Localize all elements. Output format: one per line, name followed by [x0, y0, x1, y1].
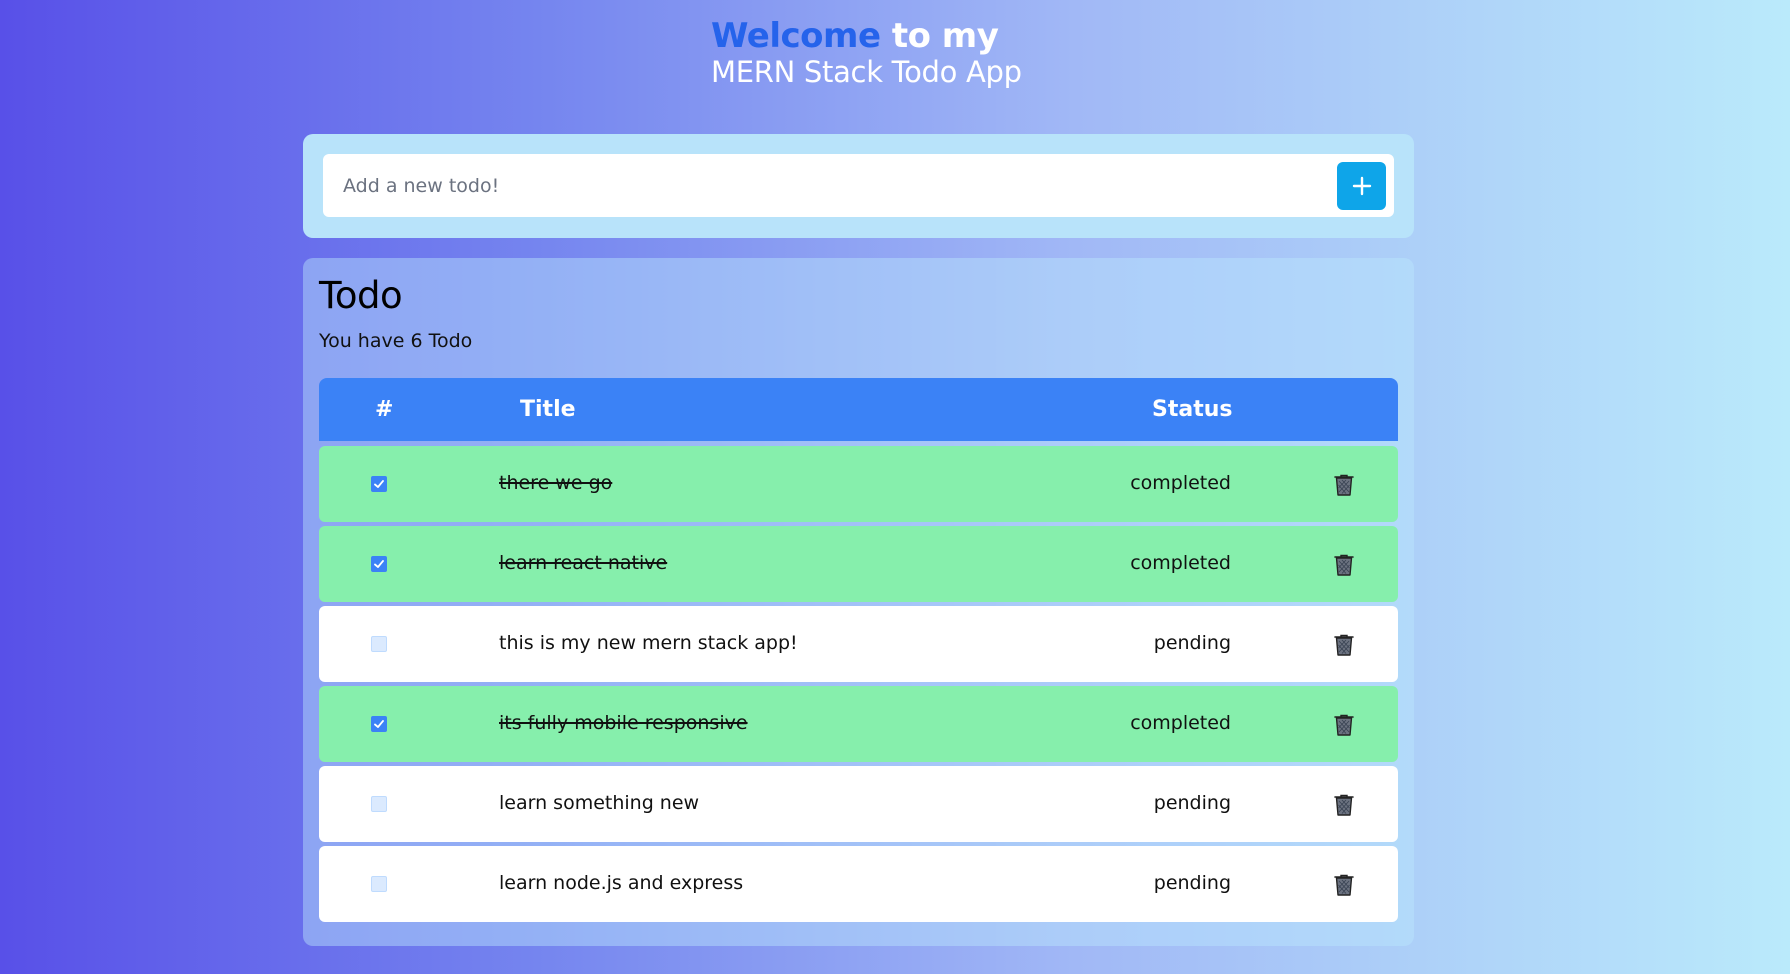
welcome-heading: Welcome to my: [711, 16, 1022, 57]
trash-icon[interactable]: [1332, 872, 1356, 897]
new-todo-input[interactable]: [323, 154, 1323, 217]
todo-count-text: You have 6 Todo: [319, 330, 472, 352]
todo-row: there we go completed: [319, 446, 1398, 522]
table-header: # Title Status: [319, 378, 1398, 441]
count-prefix: You have: [319, 330, 405, 352]
add-todo-card: [303, 134, 1414, 238]
plus-icon: [1352, 176, 1371, 196]
todo-status: pending: [1153, 872, 1231, 894]
todo-list-title: Todo: [319, 274, 403, 317]
todo-checkbox[interactable]: [371, 796, 387, 812]
todo-row: this is my new mern stack app! pending: [319, 606, 1398, 682]
todo-status: pending: [1153, 632, 1231, 654]
todo-title: this is my new mern stack app!: [499, 632, 798, 654]
app-header: Welcome to my MERN Stack Todo App: [711, 16, 1022, 90]
todo-title: its fully mobile responsive: [499, 712, 748, 734]
trash-icon[interactable]: [1332, 552, 1356, 577]
todo-title: learn something new: [499, 792, 700, 814]
todo-checkbox[interactable]: [371, 476, 387, 492]
todo-checkbox[interactable]: [371, 636, 387, 652]
todo-status: completed: [1130, 552, 1231, 574]
todo-checkbox[interactable]: [371, 716, 387, 732]
column-status: Status: [1152, 397, 1233, 422]
todo-status: pending: [1153, 792, 1231, 814]
app-subtitle: MERN Stack Todo App: [711, 54, 1022, 89]
todo-checkbox[interactable]: [371, 556, 387, 572]
todo-status: completed: [1130, 712, 1231, 734]
todo-status: completed: [1130, 472, 1231, 494]
welcome-rest: to my: [891, 16, 999, 56]
todo-title: learn react native: [499, 552, 668, 574]
todo-title: there we go: [499, 472, 613, 494]
count-suffix: Todo: [428, 330, 473, 352]
trash-icon[interactable]: [1332, 472, 1356, 497]
welcome-word: Welcome: [711, 16, 881, 56]
check-icon: [374, 480, 384, 488]
check-icon: [374, 560, 384, 568]
todo-row: learn node.js and express pending: [319, 846, 1398, 922]
todo-row: learn something new pending: [319, 766, 1398, 842]
column-number: #: [375, 397, 394, 422]
column-title: Title: [520, 397, 576, 422]
add-todo-form: [323, 154, 1394, 217]
todo-row: learn react native completed: [319, 526, 1398, 602]
todo-list-card: Todo You have 6 Todo # Title Status ther…: [303, 258, 1414, 946]
add-todo-button[interactable]: [1337, 162, 1386, 210]
todo-row: its fully mobile responsive completed: [319, 686, 1398, 762]
trash-icon[interactable]: [1332, 632, 1356, 657]
todo-checkbox[interactable]: [371, 876, 387, 892]
trash-icon[interactable]: [1332, 792, 1356, 817]
todo-count: 6: [410, 330, 423, 352]
trash-icon[interactable]: [1332, 712, 1356, 737]
todo-title: learn node.js and express: [499, 872, 744, 894]
check-icon: [374, 720, 384, 728]
